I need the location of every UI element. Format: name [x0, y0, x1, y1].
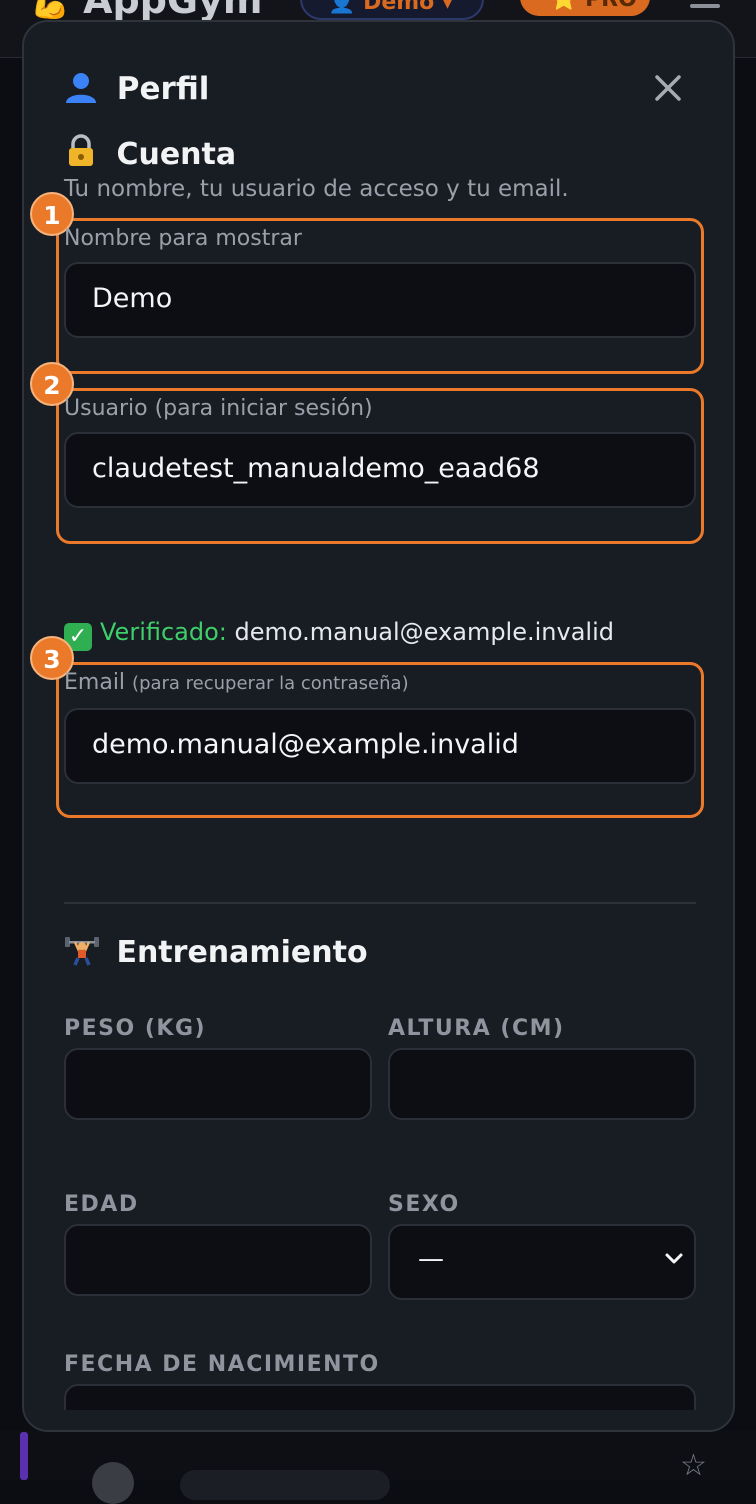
modal-title: Perfil	[64, 70, 209, 107]
profile-modal: Perfil Cuenta Tu nombre, tu usuario de a…	[22, 20, 735, 1432]
account-subtitle: Tu nombre, tu usuario de acceso y tu ema…	[64, 176, 569, 202]
weight-label: PESO (KG)	[64, 1016, 207, 1041]
star-icon[interactable]: ☆	[680, 1448, 707, 1483]
email-input[interactable]: demo.manual@example.invalid	[64, 708, 696, 784]
age-input[interactable]	[64, 1224, 372, 1296]
verified-label: Verificado:	[100, 618, 227, 646]
lock-key-icon	[64, 134, 108, 172]
email-label-text: Email	[64, 670, 126, 695]
sex-select[interactable]: —	[388, 1224, 696, 1300]
email-label: Email (para recuperar la contraseña)	[64, 670, 409, 695]
email-verified-status: ✓ Verificado: demo.manual@example.invalid	[64, 618, 614, 651]
username-value: claudetest_manualdemo_eaad68	[92, 453, 540, 484]
display-name-label: Nombre para mostrar	[64, 226, 302, 251]
hamburger-menu-icon[interactable]	[690, 4, 720, 8]
height-label: ALTURA (CM)	[388, 1016, 565, 1041]
pro-button[interactable]: ⭐ PRO	[520, 0, 650, 16]
user-menu-label: Demo	[363, 0, 435, 15]
background-accent	[20, 1432, 28, 1480]
pro-label: PRO	[585, 0, 637, 12]
weightlifter-icon	[64, 935, 110, 970]
user-menu-button[interactable]: 👤 Demo ▾	[300, 0, 484, 20]
weight-input[interactable]	[64, 1048, 372, 1120]
app-logo-text: AppGym	[83, 0, 263, 22]
close-icon	[655, 75, 681, 101]
close-button[interactable]	[648, 68, 688, 108]
training-section-title: Entrenamiento	[64, 932, 368, 970]
age-label: EDAD	[64, 1192, 139, 1217]
username-label: Usuario (para iniciar sesión)	[64, 396, 373, 421]
account-section-title: Cuenta	[64, 134, 236, 172]
section-divider	[64, 902, 696, 904]
verified-email: demo.manual@example.invalid	[234, 618, 614, 646]
display-name-input[interactable]: Demo	[64, 262, 696, 338]
background-bar	[180, 1470, 390, 1500]
logo-icon: 💪	[30, 0, 70, 21]
profile-modal-scroll[interactable]: Perfil Cuenta Tu nombre, tu usuario de a…	[24, 22, 733, 1410]
email-label-hint: (para recuperar la contraseña)	[132, 673, 409, 694]
background-avatar	[92, 1462, 134, 1504]
account-title-text: Cuenta	[116, 137, 237, 172]
sex-select-value: —	[418, 1244, 444, 1274]
display-name-value: Demo	[92, 283, 173, 314]
chevron-down-icon	[665, 1253, 683, 1264]
modal-title-text: Perfil	[116, 71, 210, 107]
email-value: demo.manual@example.invalid	[92, 729, 519, 760]
app-logo[interactable]: 💪 AppGym	[30, 0, 262, 22]
training-title-text: Entrenamiento	[116, 935, 368, 970]
height-input[interactable]	[388, 1048, 696, 1120]
sex-label: SEXO	[388, 1192, 460, 1217]
user-icon	[64, 71, 109, 107]
birthdate-input[interactable]	[64, 1384, 696, 1410]
birthdate-label: FECHA DE NACIMIENTO	[64, 1352, 380, 1377]
username-input[interactable]: claudetest_manualdemo_eaad68	[64, 432, 696, 508]
